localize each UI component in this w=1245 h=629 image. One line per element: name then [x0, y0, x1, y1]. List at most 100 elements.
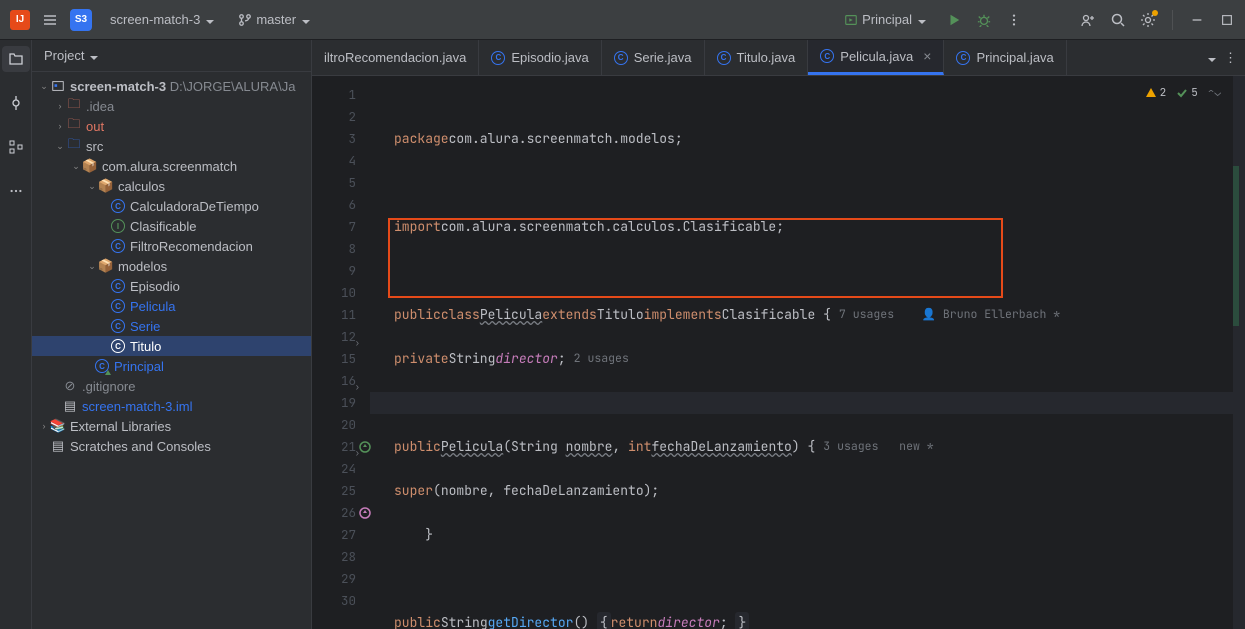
tab-label: Titulo.java [737, 50, 796, 65]
tree-label: out [86, 119, 104, 134]
tab[interactable]: C Principal.java [944, 40, 1066, 75]
tree-item[interactable]: ›🗀out [32, 116, 311, 136]
tree-item[interactable]: ›🗀.idea [32, 96, 311, 116]
tree-item[interactable]: ⌄📦calculos [32, 176, 311, 196]
editor-body: 1 2 3 4 5 6 7 8 9 10 11 12› 15 16› 19 20… [312, 76, 1245, 629]
class-icon: C [111, 299, 125, 313]
inspection-indicators[interactable]: 2 5 ⌃⌄ [1145, 82, 1221, 104]
folder-icon: 🗀 [66, 118, 82, 134]
branch-label: master [256, 12, 296, 27]
class-icon: C [111, 319, 125, 333]
scrollbar[interactable] [1233, 76, 1245, 629]
tree-item[interactable]: ⌄🗀src [32, 136, 311, 156]
chevron-down-icon [916, 12, 926, 27]
more-tools[interactable] [2, 178, 30, 204]
class-icon: C [491, 51, 505, 65]
more-actions-icon[interactable] [1006, 12, 1022, 28]
run-config-icon [844, 13, 858, 27]
tree-label: Serie [130, 319, 160, 334]
project-badge: S3 [70, 9, 92, 31]
tab[interactable]: C Titulo.java [705, 40, 809, 75]
tab-active[interactable]: CPelicula.java× [808, 40, 944, 75]
tree-item[interactable]: CCalculadoraDeTiempo [32, 196, 311, 216]
project-panel-title: Project [44, 48, 84, 63]
code-editor[interactable]: 2 5 ⌃⌄ package com.alura.screenmatch.mod… [370, 76, 1233, 629]
minimize-button[interactable] [1189, 12, 1205, 28]
tree-item[interactable]: C Principal [32, 356, 311, 376]
tab-label: Pelicula.java [840, 49, 913, 64]
tree-label: Clasificable [130, 219, 196, 234]
close-icon[interactable]: × [923, 48, 931, 64]
debug-button[interactable] [976, 12, 992, 28]
tab-label: Principal.java [976, 50, 1053, 65]
commit-tool[interactable] [2, 90, 30, 116]
warning-count: 2 [1160, 82, 1167, 104]
package-icon: 📦 [98, 258, 114, 274]
chevron-down-icon[interactable] [1206, 50, 1216, 65]
tree-item[interactable]: CFiltroRecomendacion [32, 236, 311, 256]
editor-area: iltroRecomendacion.java C Episodio.java C… [312, 40, 1245, 629]
run-config-dropdown[interactable]: Principal [838, 9, 932, 30]
run-button[interactable] [946, 12, 962, 28]
tab-label: Episodio.java [511, 50, 588, 65]
search-icon[interactable] [1110, 12, 1126, 28]
tab-label: iltroRecomendacion.java [324, 50, 466, 65]
more-actions-icon[interactable]: ⋮ [1224, 50, 1237, 66]
tree-item[interactable]: ⊘.gitignore [32, 376, 311, 396]
tree-label: .idea [86, 99, 114, 114]
settings-icon[interactable] [1140, 12, 1156, 28]
tree-label: Scratches and Consoles [70, 439, 211, 454]
source-folder-icon: 🗀 [66, 138, 82, 154]
chevron-up-down-icon[interactable]: ⌃⌄ [1208, 82, 1221, 104]
project-dropdown[interactable]: screen-match-3 [104, 9, 220, 30]
tab-label: Serie.java [634, 50, 692, 65]
structure-tool[interactable] [2, 134, 30, 160]
tree-label: Principal [114, 359, 164, 374]
collab-icon[interactable] [1080, 12, 1096, 28]
tree-item[interactable]: I Clasificable [32, 216, 311, 236]
tree-label: src [86, 139, 103, 154]
tree-item[interactable]: ›📚External Libraries [32, 416, 311, 436]
branch-dropdown[interactable]: master [232, 9, 316, 30]
tab[interactable]: C Serie.java [602, 40, 705, 75]
hamburger-icon[interactable] [42, 12, 58, 28]
tree-label: Pelicula [130, 299, 176, 314]
module-icon [51, 79, 65, 93]
project-sidebar: Project ⌄screen-match-3 D:\JORGE\ALURA\J… [32, 40, 312, 629]
tree-item[interactable]: ▤ Scratches and Consoles [32, 436, 311, 456]
class-icon: C [111, 339, 125, 353]
tree-item[interactable]: ▤ screen-match-3.iml [32, 396, 311, 416]
tree-label: screen-match-3.iml [82, 399, 193, 414]
separator [1172, 10, 1173, 30]
chevron-down-icon [204, 12, 214, 27]
tree-item[interactable]: ⌄📦modelos [32, 256, 311, 276]
chevron-down-icon [88, 48, 98, 63]
branch-icon [238, 13, 252, 27]
package-icon: 📦 [98, 178, 114, 194]
tree-item[interactable]: ⌄📦com.alura.screenmatch [32, 156, 311, 176]
tree-label: Episodio [130, 279, 180, 294]
tree-item[interactable]: C Serie [32, 316, 311, 336]
maximize-button[interactable] [1219, 12, 1235, 28]
tab[interactable]: C Episodio.java [479, 40, 601, 75]
tab[interactable]: iltroRecomendacion.java [312, 40, 479, 75]
chevron-down-icon [300, 12, 310, 27]
tree-root[interactable]: ⌄screen-match-3 D:\JORGE\ALURA\Ja [32, 76, 311, 96]
scratch-icon: ▤ [50, 438, 66, 454]
project-tool[interactable] [2, 46, 30, 72]
project-tree[interactable]: ⌄screen-match-3 D:\JORGE\ALURA\Ja ›🗀.ide… [32, 72, 311, 629]
folder-icon: 🗀 [66, 98, 82, 114]
class-icon: C [95, 359, 109, 373]
file-icon: ▤ [62, 398, 78, 414]
tree-item[interactable]: C Pelicula [32, 296, 311, 316]
tree-item[interactable]: CEpisodio [32, 276, 311, 296]
class-icon: C [956, 51, 970, 65]
project-panel-header[interactable]: Project [32, 40, 311, 72]
class-icon: C [717, 51, 731, 65]
run-config-label: Principal [862, 12, 912, 27]
tree-label: modelos [118, 259, 167, 274]
tree-item-selected[interactable]: CTitulo [32, 336, 311, 356]
interface-icon: I [111, 219, 125, 233]
tree-label: com.alura.screenmatch [102, 159, 237, 174]
class-icon: C [614, 51, 628, 65]
